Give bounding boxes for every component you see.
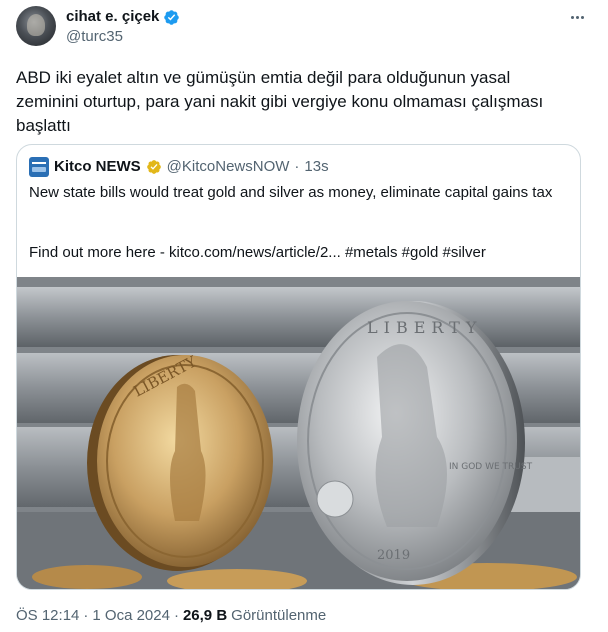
more-options-icon[interactable] — [568, 8, 586, 26]
separator-dot: · — [294, 158, 300, 175]
verified-badge-icon — [164, 9, 180, 25]
tweet-metadata: ÖS 12:14 · 1 Oca 2024 · 26,9 B Görüntüle… — [16, 606, 326, 626]
author-row: cihat e. çiçek — [66, 8, 180, 26]
handle[interactable]: @turc35 — [66, 28, 123, 46]
quote-display-name[interactable]: Kitco NEWS — [54, 158, 141, 176]
kitco-logo-icon[interactable] — [29, 157, 49, 177]
quote-header: Kitco NEWS @KitcoNewsNOW · 13s — [29, 157, 329, 177]
post-date[interactable]: 1 Oca 2024 — [92, 606, 170, 626]
silver-coin-text: LIBERTY — [367, 318, 482, 337]
display-name[interactable]: cihat e. çiçek — [66, 8, 159, 26]
tweet-text: ABD iki eyalet altın ve gümüşün emtia de… — [16, 68, 548, 135]
tweet: cihat e. çiçek @turc35 ABD iki eyalet al… — [0, 0, 608, 632]
avatar[interactable] — [16, 6, 56, 46]
separator-dot: · — [83, 607, 89, 624]
views-count[interactable]: 26,9 B — [183, 606, 227, 626]
quoted-tweet[interactable]: Kitco NEWS @KitcoNewsNOW · 13s New state… — [16, 144, 581, 590]
coins-illustration: LIBERTY LIBERTY IN GOD WE TRUST 2019 — [17, 277, 580, 589]
separator-dot: · — [173, 607, 179, 624]
coins-photo[interactable]: LIBERTY LIBERTY IN GOD WE TRUST 2019 — [17, 277, 580, 589]
quote-handle[interactable]: @KitcoNewsNOW — [167, 158, 290, 176]
post-time[interactable]: ÖS 12:14 — [16, 606, 79, 626]
views-label: Görüntülenme — [231, 607, 327, 624]
quote-text: New state bills would treat gold and sil… — [29, 184, 553, 201]
gold-verified-badge-icon — [146, 160, 161, 174]
silver-coin-year: 2019 — [377, 548, 410, 563]
quote-timestamp[interactable]: 13s — [304, 158, 328, 176]
silver-coin-motto: IN GOD WE TRUST — [449, 462, 533, 472]
quote-link-line[interactable]: Find out more here - kitco.com/news/arti… — [29, 243, 569, 263]
